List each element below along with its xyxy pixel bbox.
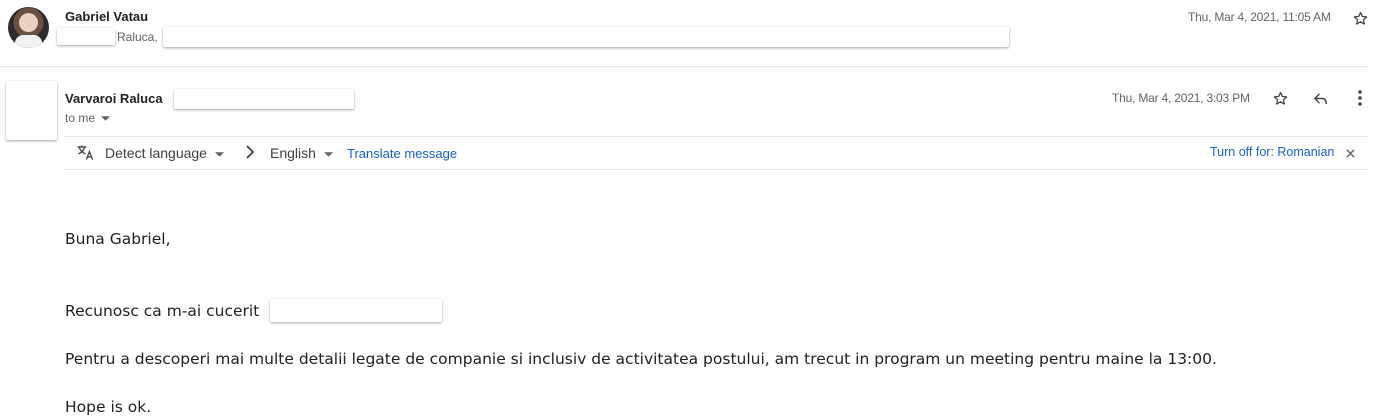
translate-bar-top-border [65,136,1369,137]
target-language-select[interactable]: English [270,145,333,161]
source-language-select[interactable]: Detect language [105,145,224,161]
caret-down-icon [101,111,111,125]
avatar[interactable] [8,7,49,48]
chevron-right-icon [244,145,256,164]
more-vert-icon[interactable] [1348,86,1372,110]
email-greeting: Buna Gabriel, [65,230,171,248]
avatar[interactable] [6,81,57,140]
translate-message-link[interactable]: Translate message [347,146,457,161]
message-date: Thu, Mar 4, 2021, 11:05 AM [1188,10,1331,24]
translate-icon [76,143,95,167]
source-language-label: Detect language [105,145,207,161]
message-date: Thu, Mar 4, 2021, 3:03 PM [1112,91,1250,105]
email-body-line: Hope is ok. [65,398,152,416]
redacted-block [163,27,1009,47]
email-body-line: Recunosc ca m-ai cucerit [65,302,260,320]
sender-name[interactable]: Gabriel Vatau [65,9,148,24]
caret-down-icon [323,145,333,161]
caret-down-icon [214,145,224,161]
star-icon[interactable] [1348,6,1372,30]
email-body-line: Pentru a descoperi mai multe detalii leg… [65,350,1217,368]
recipient-label: to me [65,111,96,125]
translate-bar-bottom-border [65,169,1369,170]
redacted-block [270,299,442,322]
redacted-block [174,89,354,109]
recipient-details-toggle[interactable]: to me [65,111,111,125]
target-language-label: English [270,145,316,161]
message-snippet: Raluca, [117,30,158,44]
reply-icon[interactable] [1308,86,1332,110]
turn-off-translation-link[interactable]: Turn off for: Romanian [1210,145,1334,159]
divider [0,66,1369,67]
redacted-block [57,28,115,45]
star-icon[interactable] [1268,86,1292,110]
close-icon[interactable] [1338,141,1362,165]
sender-name[interactable]: Varvaroi Raluca [65,91,163,106]
